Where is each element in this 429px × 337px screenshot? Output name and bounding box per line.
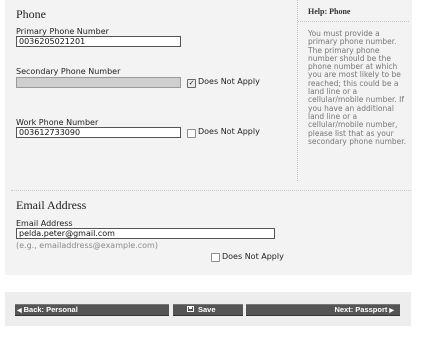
email-hint: (e.g., emailaddress@example.com) <box>16 241 158 250</box>
section-divider <box>11 190 411 191</box>
secondary-phone-label: Secondary Phone Number <box>16 67 121 76</box>
next-button[interactable]: Next: Passport ▶ <box>246 304 400 316</box>
save-button-label: Save <box>198 305 216 314</box>
secondary-phone-input[interactable] <box>16 77 181 88</box>
secondary-does-not-apply-label: Does Not Apply <box>198 77 260 86</box>
chevron-right-icon: ▶ <box>389 308 394 314</box>
primary-phone-input[interactable]: 0036205021201 <box>16 36 181 47</box>
work-phone-label: Work Phone Number <box>16 118 99 127</box>
help-panel: Help: Phone You must provide a primary p… <box>297 0 413 181</box>
email-section-title: Email Address <box>16 198 87 212</box>
primary-phone-label: Primary Phone Number <box>16 27 109 36</box>
work-phone-input[interactable]: 003612733090 <box>16 127 181 138</box>
next-button-label: Next: Passport <box>334 305 388 314</box>
email-does-not-apply-checkbox[interactable] <box>211 253 220 262</box>
chevron-left-icon: ◀ <box>17 308 22 314</box>
back-button-label: Back: Personal <box>23 305 78 314</box>
email-label: Email Address <box>16 219 73 228</box>
floppy-disk-icon <box>187 306 194 313</box>
phone-section-title: Phone <box>16 7 46 21</box>
help-text: You must provide a primary phone number.… <box>308 29 407 146</box>
back-button[interactable]: ◀ Back: Personal <box>15 304 169 316</box>
save-button[interactable]: Save <box>173 304 243 316</box>
navigation-bar: ◀ Back: Personal Save Next: Passport ▶ <box>5 292 411 326</box>
form-panel: Phone Primary Phone Number 0036205021201… <box>5 0 412 275</box>
help-title: Help: Phone <box>308 7 351 16</box>
email-does-not-apply-label: Does Not Apply <box>222 252 284 261</box>
secondary-does-not-apply-checkbox[interactable]: ✓ <box>187 79 196 88</box>
work-does-not-apply-label: Does Not Apply <box>198 127 260 136</box>
email-input[interactable]: pelda.peter@gmail.com <box>16 228 275 239</box>
help-divider <box>298 21 409 22</box>
work-does-not-apply-checkbox[interactable] <box>187 129 196 138</box>
